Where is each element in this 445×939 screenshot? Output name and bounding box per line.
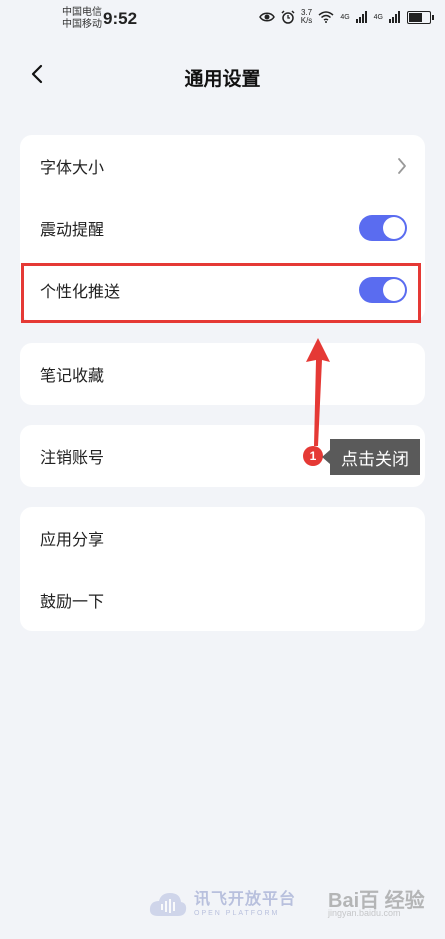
setting-personalized-push: 个性化推送	[20, 259, 425, 321]
chevron-right-icon	[398, 158, 406, 174]
net-speed-unit: K/s	[300, 16, 313, 25]
setting-share[interactable]: 应用分享	[20, 507, 425, 569]
annotation-tooltip: 点击关闭	[322, 439, 420, 475]
font-size-label: 字体大小	[40, 158, 105, 177]
page-title: 通用设置	[184, 68, 261, 90]
network-type-1: 4G	[340, 13, 350, 21]
toggle-knob	[383, 217, 405, 239]
settings-card-more: 应用分享 鼓励一下	[20, 507, 425, 631]
footer-brand-cn: 讯飞开放平台	[194, 889, 297, 908]
step-badge: 1	[303, 446, 323, 466]
network-type-2: 4G	[373, 13, 383, 21]
carrier-2: 中国移动	[62, 19, 102, 30]
push-toggle[interactable]	[359, 277, 407, 303]
eye-icon	[258, 12, 275, 22]
watermark-sub: jingyan.baidu.com	[328, 908, 401, 918]
baidu-watermark: Bai百 经验 jingyan.baidu.com	[328, 884, 425, 918]
vibration-label: 震动提醒	[40, 220, 105, 239]
cloud-voice-icon	[149, 893, 187, 916]
settings-card-notes: 笔记收藏	[20, 343, 425, 405]
cancel-account-label: 注销账号	[40, 448, 105, 467]
encourage-label: 鼓励一下	[40, 592, 105, 611]
status-bar: 中国电信 中国移动 9:52 3.7 K/s 4G 4G	[0, 0, 445, 40]
carrier-1: 中国电信	[62, 7, 102, 18]
battery-icon	[407, 10, 434, 24]
alarm-icon	[281, 10, 295, 24]
status-icons: 3.7 K/s 4G 4G	[258, 9, 434, 25]
net-speed: 3.7 K/s	[301, 9, 313, 25]
settings-card-general: 字体大小 震动提醒 个性化推送	[20, 135, 425, 321]
setting-font-size[interactable]: 字体大小	[20, 135, 425, 197]
footer-brand-en: OPEN PLATFORM	[194, 910, 280, 917]
carrier-info: 中国电信 中国移动	[62, 7, 102, 31]
setting-encourage[interactable]: 鼓励一下	[20, 569, 425, 631]
status-time: 9:52	[103, 9, 138, 28]
setting-notes[interactable]: 笔记收藏	[20, 343, 425, 405]
toggle-knob	[383, 279, 405, 301]
signal-icon-2	[389, 11, 400, 23]
signal-icon	[355, 11, 367, 23]
push-label: 个性化推送	[40, 282, 121, 301]
notes-label: 笔记收藏	[40, 366, 105, 385]
annotation-arrow	[306, 338, 330, 446]
share-label: 应用分享	[40, 530, 105, 549]
wifi-icon	[318, 11, 334, 23]
vibration-toggle[interactable]	[359, 215, 407, 241]
nav-bar: 通用设置	[0, 50, 445, 102]
footer-brand: 讯飞开放平台 OPEN PLATFORM	[148, 890, 296, 918]
setting-vibration: 震动提醒	[20, 197, 425, 259]
